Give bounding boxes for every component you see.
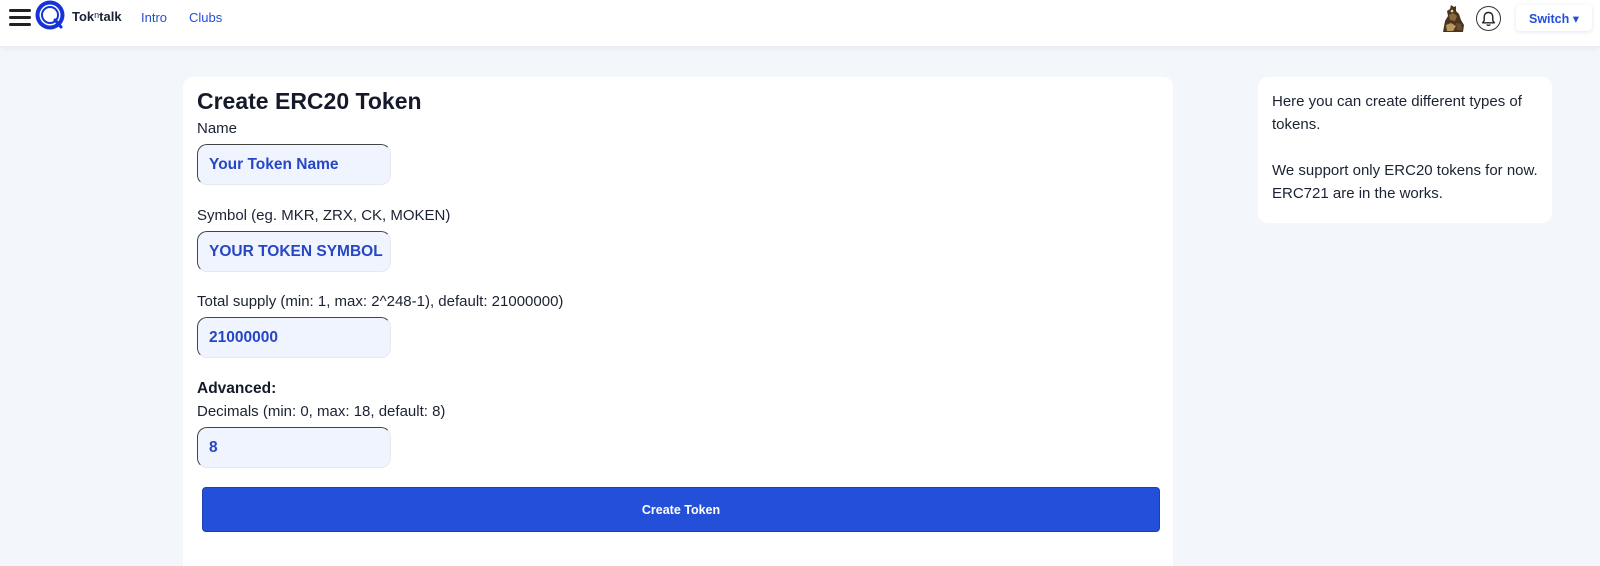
- decimals-input[interactable]: [197, 427, 391, 468]
- top-navigation-bar: Tokntalk Intro Clubs Switch ▾: [0, 0, 1600, 46]
- create-token-card: Create ERC20 Token Name Symbol (eg. MKR,…: [183, 77, 1173, 566]
- bell-icon[interactable]: [1476, 6, 1501, 31]
- brand-name-suffix: talk: [99, 9, 122, 24]
- create-token-button[interactable]: Create Token: [202, 487, 1160, 532]
- token-symbol-label: Symbol (eg. MKR, ZRX, CK, MOKEN): [197, 207, 451, 224]
- token-symbol-input[interactable]: [197, 231, 391, 272]
- tokntalk-logo-icon[interactable]: [34, 0, 67, 31]
- avatar-image[interactable]: [1437, 3, 1467, 33]
- brand-name[interactable]: Tokntalk: [72, 9, 122, 24]
- hamburger-icon[interactable]: [9, 8, 31, 26]
- token-name-label: Name: [197, 120, 238, 137]
- page-title: Create ERC20 Token: [197, 88, 422, 114]
- advanced-section-heading: Advanced:: [197, 380, 277, 397]
- brand-name-prefix: Tok: [72, 9, 95, 24]
- token-name-input[interactable]: [197, 144, 391, 185]
- nav-link-intro[interactable]: Intro: [141, 10, 167, 25]
- total-supply-input[interactable]: [197, 317, 391, 358]
- nav-link-clubs[interactable]: Clubs: [189, 10, 222, 25]
- switch-account-button[interactable]: Switch ▾: [1516, 5, 1592, 31]
- total-supply-label: Total supply (min: 1, max: 2^248-1), def…: [197, 293, 564, 310]
- info-panel: Here you can create different types of t…: [1258, 77, 1552, 223]
- info-text-erc-support: We support only ERC20 tokens for now. ER…: [1272, 162, 1538, 202]
- decimals-label: Decimals (min: 0, max: 18, default: 8): [197, 403, 446, 420]
- info-text-token-types: Here you can create different types of t…: [1272, 93, 1522, 133]
